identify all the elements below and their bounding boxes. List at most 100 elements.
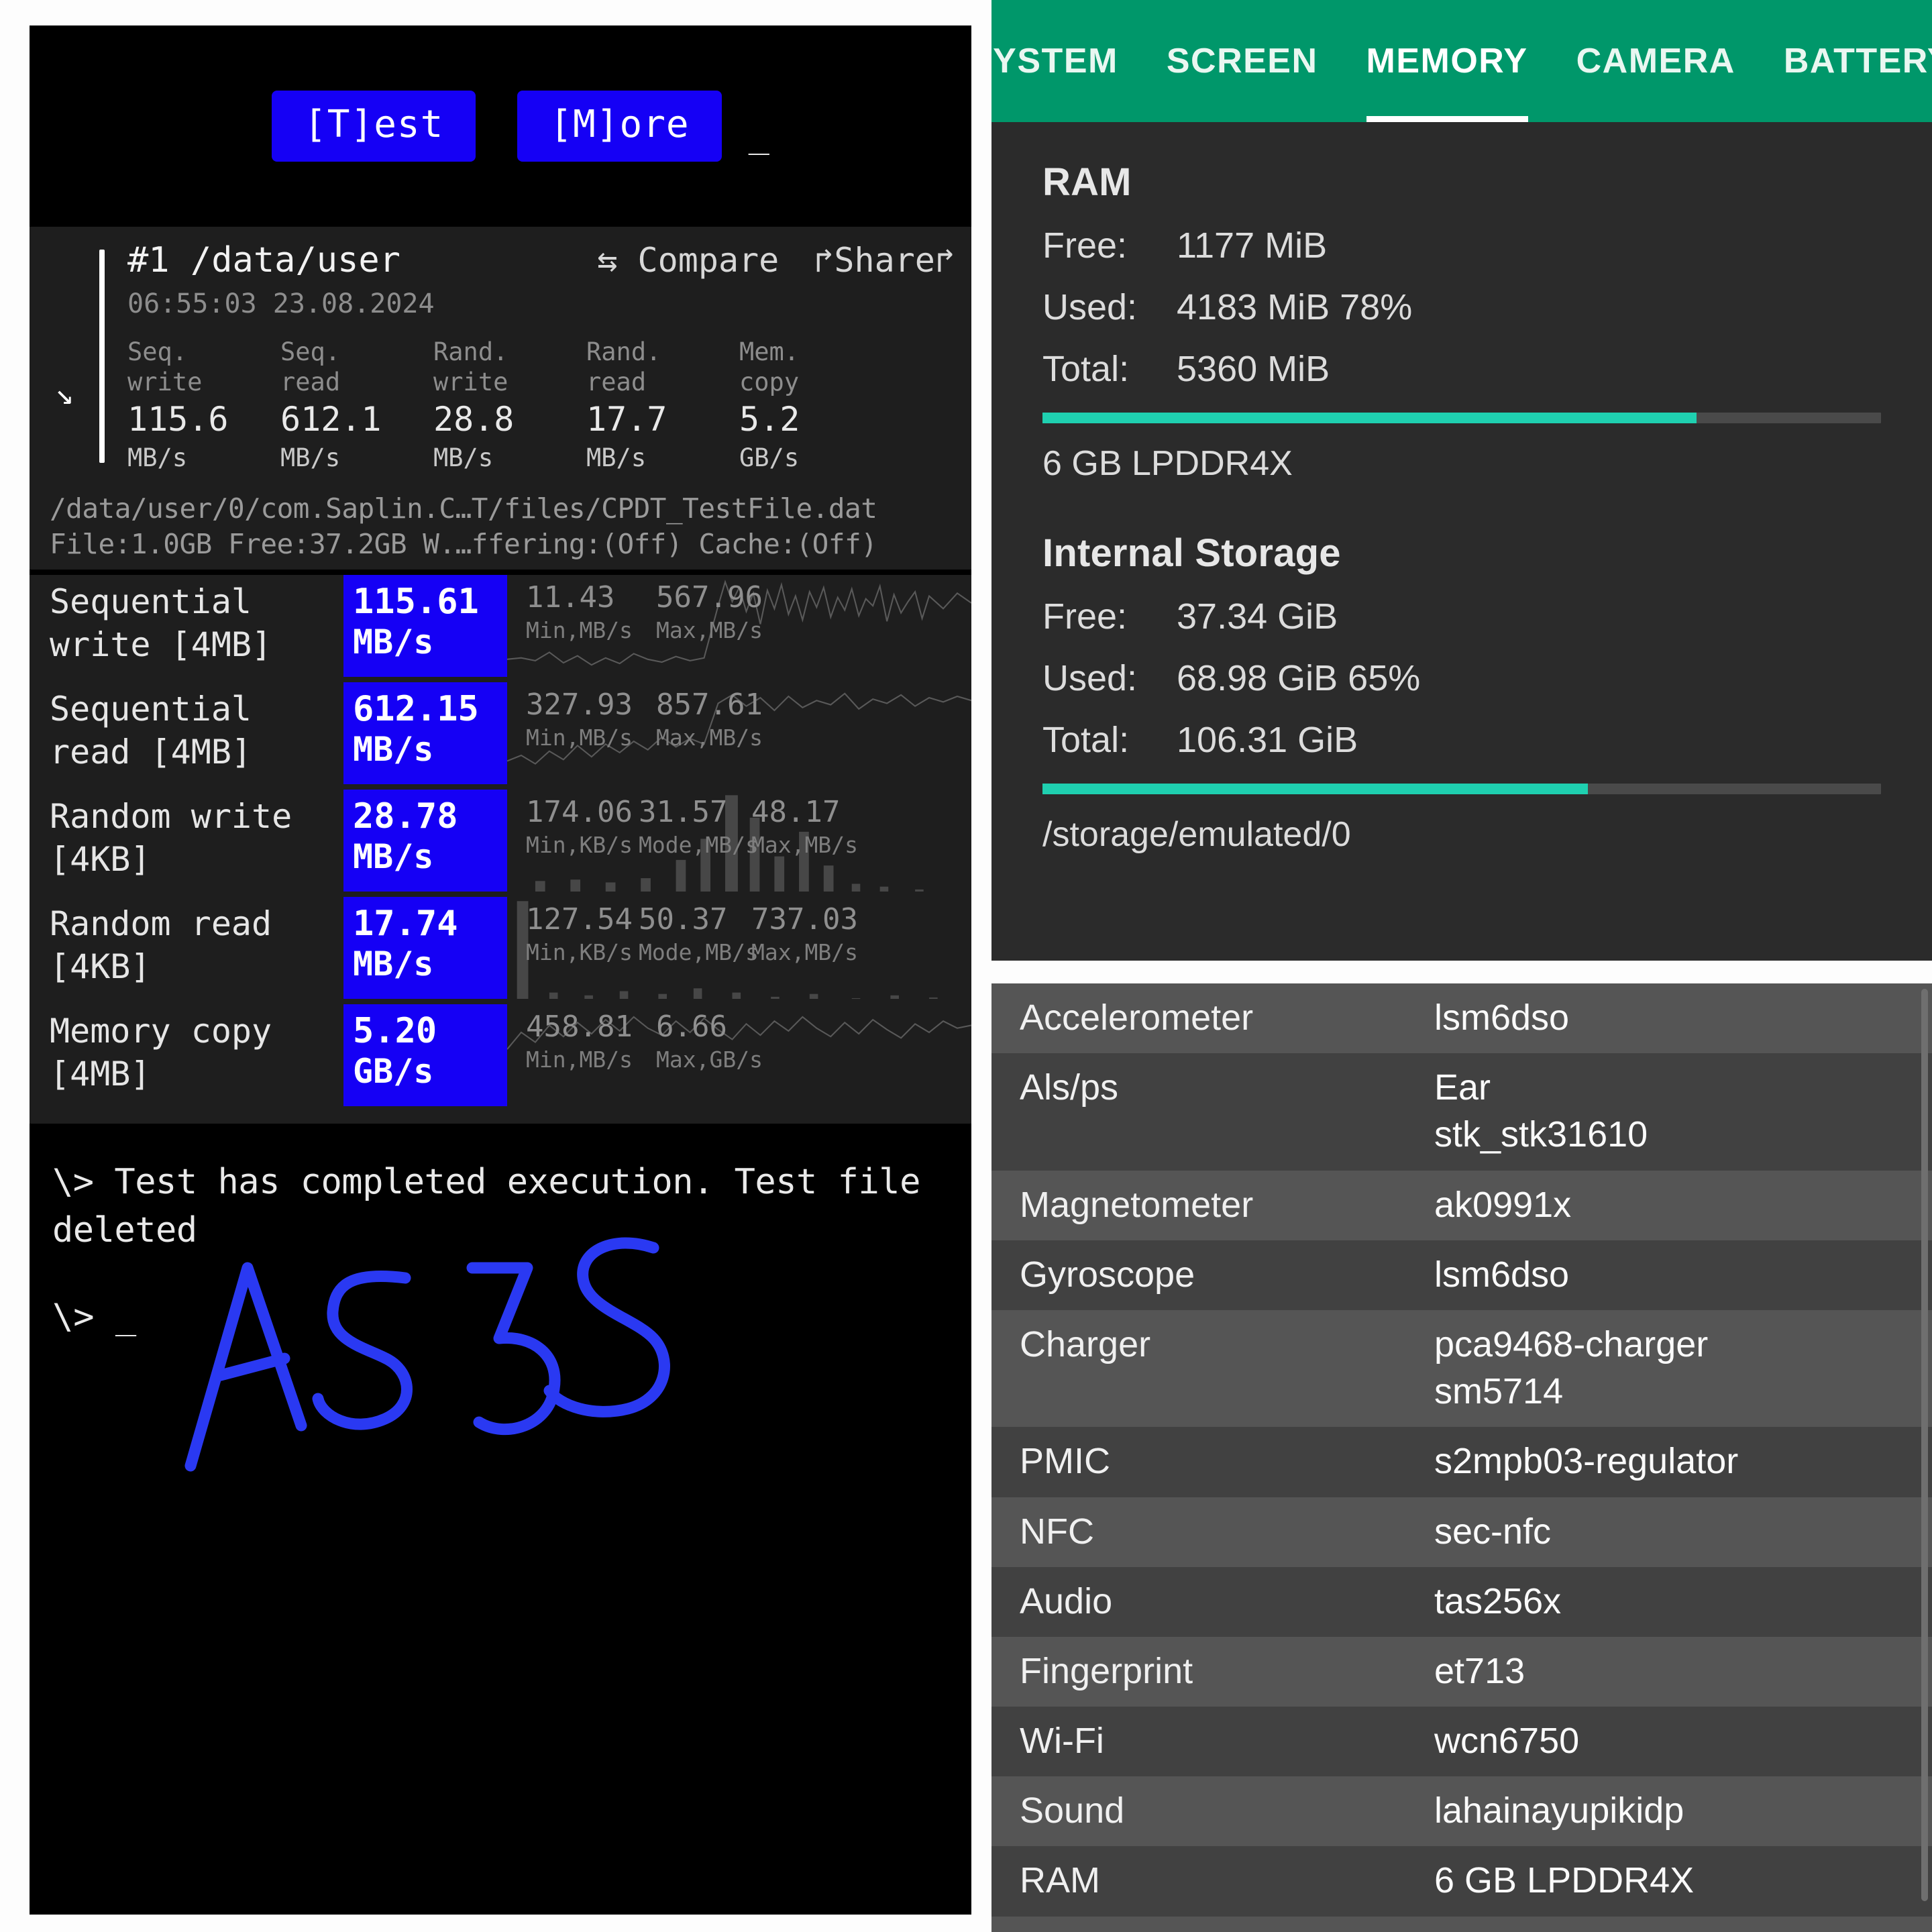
storage-usage-bar-fill: [1042, 784, 1588, 794]
compare-button[interactable]: ⇆ Compare: [597, 241, 779, 280]
stat-caption: Max,GB/s: [656, 1046, 763, 1073]
hw-value: sec-nfc: [1434, 1511, 1552, 1552]
benchmark-rows: Sequential write [4MB] 115.61 MB/s 11.43…: [30, 575, 971, 1124]
storage-free-label: Free:: [1042, 596, 1128, 637]
hw-value: et713: [1434, 1650, 1525, 1691]
table-row[interactable]: Wi-Fi wcn6750: [991, 1707, 1932, 1777]
table-row[interactable]: NFC sec-nfc: [991, 1497, 1932, 1567]
hw-key: Flash: [991, 1927, 1434, 1932]
stat-caption: Mode,MB/s: [639, 831, 759, 858]
test-file-path: /data/user/0/com.Saplin.C…T/files/CPDT_T…: [50, 492, 877, 525]
row-stats: 327.93 Min,MB/s 857.61 Max,MB/s: [507, 682, 971, 784]
benchmark-row[interactable]: Random write [4KB] 28.78 MB/s 174.06 Min…: [30, 790, 971, 892]
hw-value: UFS: [1434, 1927, 1932, 1932]
summary-metric: Rand. write 28.8 MB/s: [433, 337, 586, 472]
row-value-unit: MB/s: [353, 623, 434, 662]
table-row[interactable]: Fingerprint et713: [991, 1636, 1932, 1707]
metric-value: 5.2: [739, 400, 800, 439]
hw-value: s2mpb03-regulator: [1434, 1441, 1739, 1482]
table-row[interactable]: RAM 6 GB LPDDR4X: [991, 1846, 1932, 1917]
scrollbar[interactable]: [1921, 989, 1928, 1901]
table-row[interactable]: PMIC s2mpb03-regulator: [991, 1427, 1932, 1497]
summary-metric: Seq. read 612.1 MB/s: [280, 337, 433, 472]
stat-number: 327.93: [526, 688, 633, 722]
ram-total-label: Total:: [1042, 349, 1130, 389]
metric-label: Rand. read: [586, 337, 661, 397]
stat-item: 737.03 Max,MB/s: [751, 903, 858, 965]
stat-item: 11.43 Min,MB/s: [526, 581, 649, 643]
benchmark-row[interactable]: Sequential write [4MB] 115.61 MB/s 11.43…: [30, 575, 971, 678]
table-row[interactable]: Sound lahainayupikidp: [991, 1776, 1932, 1847]
stat-number: 458.81: [526, 1010, 633, 1044]
run-title: #1 /data/user: [127, 240, 400, 280]
metric-unit: GB/s: [739, 443, 800, 473]
expand-arrow-icon[interactable]: ↘: [30, 240, 99, 472]
row-value-badge: 17.74 MB/s: [343, 897, 507, 1000]
benchmark-row[interactable]: Random read [4KB] 17.74 MB/s 127.54 Min,…: [30, 897, 971, 1000]
table-row[interactable]: Accelerometer lsm6dso: [991, 983, 1932, 1054]
table-row[interactable]: Charger pca9468-charger sm5714: [991, 1309, 1932, 1428]
hw-value: lsm6dso: [1434, 1254, 1570, 1295]
ram-free-label: Free:: [1042, 225, 1128, 266]
row-value-number: 28.78: [353, 796, 458, 837]
stat-caption: Min,MB/s: [526, 1046, 633, 1073]
tab-camera[interactable]: CAMERA: [1552, 0, 1760, 122]
hw-key: Wi-Fi: [1020, 1721, 1104, 1762]
hw-value: tas256x: [1434, 1580, 1562, 1621]
tab-battery[interactable]: BATTERY: [1760, 0, 1932, 122]
stat-item: 6.66 Max,GB/s: [656, 1010, 780, 1073]
hw-value: Ear stk_stk31610: [1434, 1067, 1648, 1155]
metric-unit: MB/s: [586, 443, 647, 473]
row-value-badge: 28.78 MB/s: [343, 790, 507, 892]
benchmark-row[interactable]: Memory copy [4MB] 5.20 GB/s 458.81 Min,M…: [30, 1004, 971, 1107]
hardware-table-panel[interactable]: Accelerometer lsm6dso Als/ps Ear stk_stk31…: [991, 983, 1932, 1932]
storage-used-row: Used: 68.98 GiB 65%: [1042, 657, 1881, 699]
hw-key: Magnetometer: [1020, 1184, 1254, 1225]
metric-label: Mem. copy: [739, 337, 800, 397]
row-value-number: 17.74: [353, 904, 458, 945]
console-output: \> Test has completed execution. Test fi…: [30, 1124, 971, 1472]
more-button[interactable]: [M]ore: [517, 90, 722, 162]
row-stats: 127.54 Min,KB/s 50.37 Mode,MB/s 737.03 M…: [507, 897, 971, 1000]
stat-number: 31.57: [639, 795, 728, 830]
table-row[interactable]: Als/ps Ear stk_stk31610: [991, 1053, 1932, 1171]
row-label: Memory copy [4MB]: [50, 1012, 272, 1094]
row-value-unit: GB/s: [353, 1052, 434, 1091]
terminal-cursor: _: [748, 115, 769, 156]
test-button[interactable]: [T]est: [272, 90, 476, 162]
stat-caption: Max,MB/s: [656, 724, 763, 751]
cpdt-toolbar: [T]est [M]ore _: [30, 25, 971, 227]
metric-label: Seq. write: [127, 337, 203, 397]
storage-total-row: Total: 106.31 GiB: [1042, 719, 1881, 761]
table-row[interactable]: FlashUFS: [991, 1916, 1932, 1932]
ram-used-row: Used: 4183 MiB 78%: [1042, 286, 1881, 328]
benchmark-row[interactable]: Sequential read [4MB] 612.15 MB/s 327.93…: [30, 682, 971, 785]
metric-value: 115.6: [127, 400, 229, 439]
tab-system[interactable]: SYSTEM: [991, 0, 1142, 122]
tab-screen[interactable]: SCREEN: [1142, 0, 1342, 122]
hardware-table: Accelerometer lsm6dso Als/ps Ear stk_stk31…: [991, 983, 1932, 1932]
hw-value: pca9468-charger sm5714: [1434, 1324, 1709, 1412]
device-info-panel: SYSTEM SCREEN MEMORY CAMERA BATTERY RAM …: [991, 0, 1932, 961]
stat-caption: Max,MB/s: [656, 616, 763, 643]
ram-free-value: 1177 MiB: [1177, 225, 1328, 266]
table-row[interactable]: Magnetometer ak0991x: [991, 1170, 1932, 1240]
metric-unit: MB/s: [280, 443, 341, 473]
share-button[interactable]: ↱Share↱: [814, 241, 955, 280]
storage-usage-bar: [1042, 784, 1881, 794]
hw-key: Charger: [1020, 1324, 1151, 1364]
tab-memory[interactable]: MEMORY: [1342, 0, 1552, 122]
test-file-info: /data/user/0/com.Saplin.C…T/files/CPDT_T…: [30, 487, 971, 570]
stat-item: 174.06 Min,KB/s: [526, 796, 633, 858]
hw-key: Accelerometer: [1020, 998, 1254, 1038]
hw-key: Audio: [1020, 1580, 1113, 1621]
storage-free-value: 37.34 GiB: [1177, 596, 1338, 637]
row-value-badge: 5.20 GB/s: [343, 1004, 507, 1107]
hw-value: ak0991x: [1434, 1184, 1572, 1225]
device-info-tabbar: SYSTEM SCREEN MEMORY CAMERA BATTERY: [991, 0, 1932, 122]
result-card[interactable]: ↘ #1 /data/user ⇆ Compare ↱Share↱ 06:55:…: [30, 227, 971, 488]
hw-key: PMIC: [1020, 1441, 1110, 1482]
hw-value: lahainayupikidp: [1434, 1790, 1684, 1831]
table-row[interactable]: Gyroscope lsm6dso: [991, 1240, 1932, 1310]
table-row[interactable]: Audio tas256x: [991, 1566, 1932, 1637]
